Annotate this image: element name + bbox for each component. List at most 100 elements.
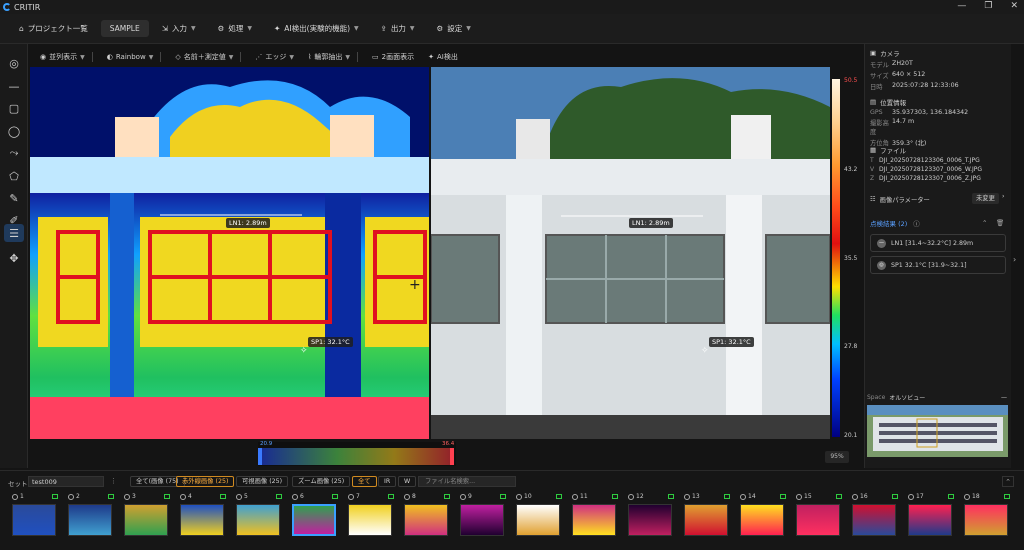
edge-button[interactable]: ⋰ エッジ ▼ bbox=[249, 50, 300, 64]
radio-icon[interactable] bbox=[796, 493, 802, 500]
thumbnail-image[interactable] bbox=[124, 504, 168, 536]
ortho-view-select[interactable]: オルソビュー bbox=[889, 393, 925, 402]
radio-icon[interactable] bbox=[292, 493, 298, 500]
label-mode-select[interactable]: ◇ 名前＋測定値 ▼ bbox=[169, 50, 247, 64]
more-icon[interactable]: ⋮ bbox=[110, 477, 117, 485]
radio-icon[interactable] bbox=[684, 493, 690, 500]
thumbnail-item[interactable]: 6 bbox=[292, 493, 340, 540]
thumbnail-item[interactable]: 11 bbox=[572, 493, 620, 540]
zoom-level[interactable]: 95% bbox=[825, 451, 849, 463]
thumbnail-image[interactable] bbox=[572, 504, 616, 536]
radio-icon[interactable] bbox=[964, 493, 970, 500]
menu-settings[interactable]: ⚙ 設定 ▼ bbox=[428, 19, 480, 38]
thumbnail-item[interactable]: 4 bbox=[180, 493, 228, 540]
filter-all-type[interactable]: 全て bbox=[352, 476, 377, 487]
maximize-button[interactable]: ❐ bbox=[984, 1, 992, 11]
thumbnail-item[interactable]: 10 bbox=[516, 493, 564, 540]
line-tool-icon[interactable]: — bbox=[4, 77, 24, 95]
thumbnail-item[interactable]: 9 bbox=[460, 493, 508, 540]
side-by-side-button[interactable]: ◉ 並列表示 ▼ bbox=[34, 50, 99, 64]
spot-measure-label-visible[interactable]: SP1: 32.1°C bbox=[709, 337, 754, 347]
temperature-scale-bar[interactable] bbox=[832, 79, 840, 437]
ellipse-tool-icon[interactable]: ◯ bbox=[4, 122, 24, 140]
radio-icon[interactable] bbox=[180, 493, 186, 500]
close-button[interactable]: ✕ bbox=[1010, 1, 1018, 11]
radio-icon[interactable] bbox=[460, 493, 466, 500]
set-select[interactable]: test009 bbox=[28, 476, 104, 487]
help-icon[interactable]: ⓘ bbox=[913, 218, 920, 228]
expand-up-icon[interactable]: ⌃ bbox=[1002, 476, 1014, 487]
thumbnail-image[interactable] bbox=[852, 504, 896, 536]
radio-icon[interactable] bbox=[68, 493, 74, 500]
thumbnail-item[interactable]: 5 bbox=[236, 493, 284, 540]
thumbnail-item[interactable]: 14 bbox=[740, 493, 788, 540]
thumbnail-image[interactable] bbox=[964, 504, 1008, 536]
thumbnail-item[interactable]: 8 bbox=[404, 493, 452, 540]
radio-icon[interactable] bbox=[348, 493, 354, 500]
thumbnail-image[interactable] bbox=[404, 504, 448, 536]
filter-ir[interactable]: IR bbox=[378, 476, 397, 487]
thumbnail-item[interactable]: 17 bbox=[908, 493, 956, 540]
radio-icon[interactable] bbox=[236, 493, 242, 500]
result-line-item[interactable]: — LN1 [31.4~32.2°C] 2.89m bbox=[870, 234, 1006, 252]
thumbnail-item[interactable]: 1 bbox=[12, 493, 60, 540]
menu-input[interactable]: ⇲ 入力 ▼ bbox=[153, 19, 205, 38]
params-status-button[interactable]: 未変更 bbox=[972, 193, 999, 204]
filter-w[interactable]: W bbox=[398, 476, 417, 487]
image-params-row[interactable]: ☷ 画像パラメーター 未変更 › bbox=[870, 193, 1008, 205]
radio-icon[interactable] bbox=[572, 493, 578, 500]
result-spot-item[interactable]: ◎ SP1 32.1°C [31.9~32.1] bbox=[870, 256, 1006, 274]
radio-icon[interactable] bbox=[628, 493, 634, 500]
thumbnail-image[interactable] bbox=[292, 504, 336, 536]
menu-ai-detect[interactable]: ✦ AI検出(実験的機能) ▼ bbox=[265, 19, 368, 38]
polyline-tool-icon[interactable]: ⤳ bbox=[4, 144, 24, 162]
spot-measure-label[interactable]: SP1: 32.1°C bbox=[308, 337, 353, 347]
thumbnail-item[interactable]: 3 bbox=[124, 493, 172, 540]
thumbnail-item[interactable]: 7 bbox=[348, 493, 396, 540]
thermal-image-view[interactable]: + ✧ LN1: 2.89m SP1: 32.1°C bbox=[30, 67, 429, 439]
contour-button[interactable]: ⌇ 輪郭抽出 ▼ bbox=[302, 50, 364, 64]
pen-tool-icon[interactable]: ✎ bbox=[4, 189, 24, 207]
chevron-right-icon[interactable]: › bbox=[1013, 255, 1016, 264]
list-tool-icon[interactable]: ☰ bbox=[4, 224, 24, 242]
thumbnail-item[interactable]: 18 bbox=[964, 493, 1012, 540]
palette-select[interactable]: ◐ Rainbow ▼ bbox=[101, 50, 168, 64]
thumbnail-image[interactable] bbox=[348, 504, 392, 536]
radio-icon[interactable] bbox=[12, 493, 18, 500]
thumbnail-image[interactable] bbox=[460, 504, 504, 536]
thumbnail-item[interactable]: 16 bbox=[852, 493, 900, 540]
thumbnail-item[interactable]: 15 bbox=[796, 493, 844, 540]
thumbnail-image[interactable] bbox=[740, 504, 784, 536]
filter-zoom[interactable]: ズーム画像 (25) bbox=[292, 476, 351, 487]
thumbnail-image[interactable] bbox=[68, 504, 112, 536]
menu-output[interactable]: ⇪ 出力 ▼ bbox=[372, 19, 424, 38]
menu-project-list[interactable]: ⌂ プロジェクト一覧 bbox=[10, 19, 97, 38]
temperature-histogram[interactable]: 20.9 36.4 bbox=[258, 441, 456, 466]
thumbnail-item[interactable]: 2 bbox=[68, 493, 116, 540]
file-search-input[interactable]: ファイル名検索... bbox=[418, 476, 516, 487]
collapse-icon[interactable]: ⌃ bbox=[982, 219, 987, 227]
thumbnail-image[interactable] bbox=[12, 504, 56, 536]
thumbnail-image[interactable] bbox=[796, 504, 840, 536]
visible-image-view[interactable]: ✧ LN1: 2.89m SP1: 32.1°C bbox=[431, 67, 830, 439]
line-measure-label-visible[interactable]: LN1: 2.89m bbox=[629, 218, 673, 228]
thumbnail-image[interactable] bbox=[628, 504, 672, 536]
menu-process[interactable]: ⚙ 処理 ▼ bbox=[209, 19, 261, 38]
menu-project-name[interactable]: SAMPLE bbox=[100, 20, 149, 37]
line-measure-label[interactable]: LN1: 2.89m bbox=[226, 218, 270, 228]
thumbnail-item[interactable]: 12 bbox=[628, 493, 676, 540]
filter-visible[interactable]: 可視画像 (25) bbox=[236, 476, 289, 487]
minimize-button[interactable]: — bbox=[957, 1, 966, 11]
radio-icon[interactable] bbox=[124, 493, 130, 500]
thumbnail-image[interactable] bbox=[180, 504, 224, 536]
spot-tool-icon[interactable]: ◎ bbox=[4, 54, 24, 72]
trash-icon[interactable]: 🗑 bbox=[996, 219, 1004, 227]
rect-tool-icon[interactable]: ▢ bbox=[4, 99, 24, 117]
thumbnail-image[interactable] bbox=[516, 504, 560, 536]
radio-icon[interactable] bbox=[516, 493, 522, 500]
radio-icon[interactable] bbox=[852, 493, 858, 500]
move-tool-icon[interactable]: ✥ bbox=[4, 249, 24, 267]
radio-icon[interactable] bbox=[404, 493, 410, 500]
ortho-minimap[interactable] bbox=[867, 405, 1008, 457]
thumbnail-image[interactable] bbox=[684, 504, 728, 536]
